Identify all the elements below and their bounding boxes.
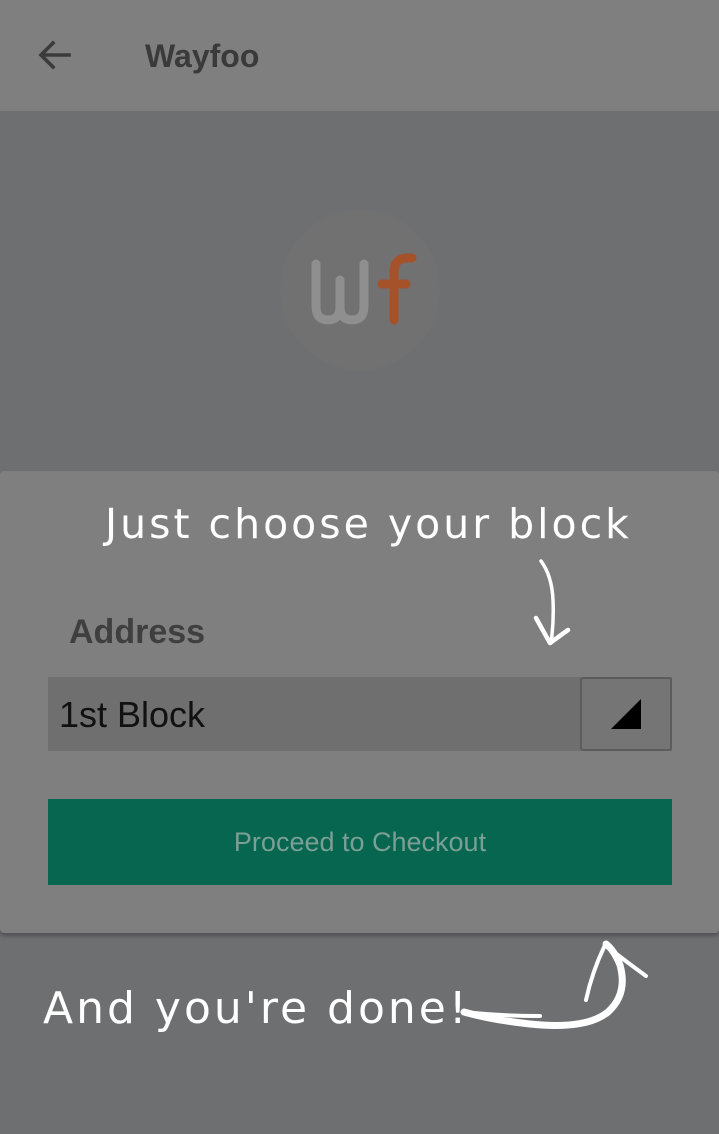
app-screen: Wayfoo Just choose your block Address 1s… xyxy=(0,0,719,1134)
arrow-back-icon xyxy=(38,40,71,70)
logo-f-mark xyxy=(377,253,417,325)
proceed-to-checkout-button[interactable]: Proceed to Checkout xyxy=(48,799,672,885)
curved-arrow-icon xyxy=(460,940,648,1029)
address-selected-value: 1st Block xyxy=(59,694,206,735)
address-dropdown[interactable]: 1st Block xyxy=(48,677,672,751)
wayfoo-logo xyxy=(280,210,440,370)
back-button[interactable] xyxy=(26,29,84,81)
hint-choose-block: Just choose your block xyxy=(105,500,632,548)
app-bar: Wayfoo xyxy=(0,0,719,111)
hint-done: And you're done! xyxy=(43,983,470,1034)
address-label: Address xyxy=(69,613,206,651)
app-title: Wayfoo xyxy=(145,38,260,74)
logo-w-mark xyxy=(311,259,369,325)
dropdown-triangle-icon xyxy=(611,699,641,729)
dropdown-button[interactable] xyxy=(580,677,672,751)
